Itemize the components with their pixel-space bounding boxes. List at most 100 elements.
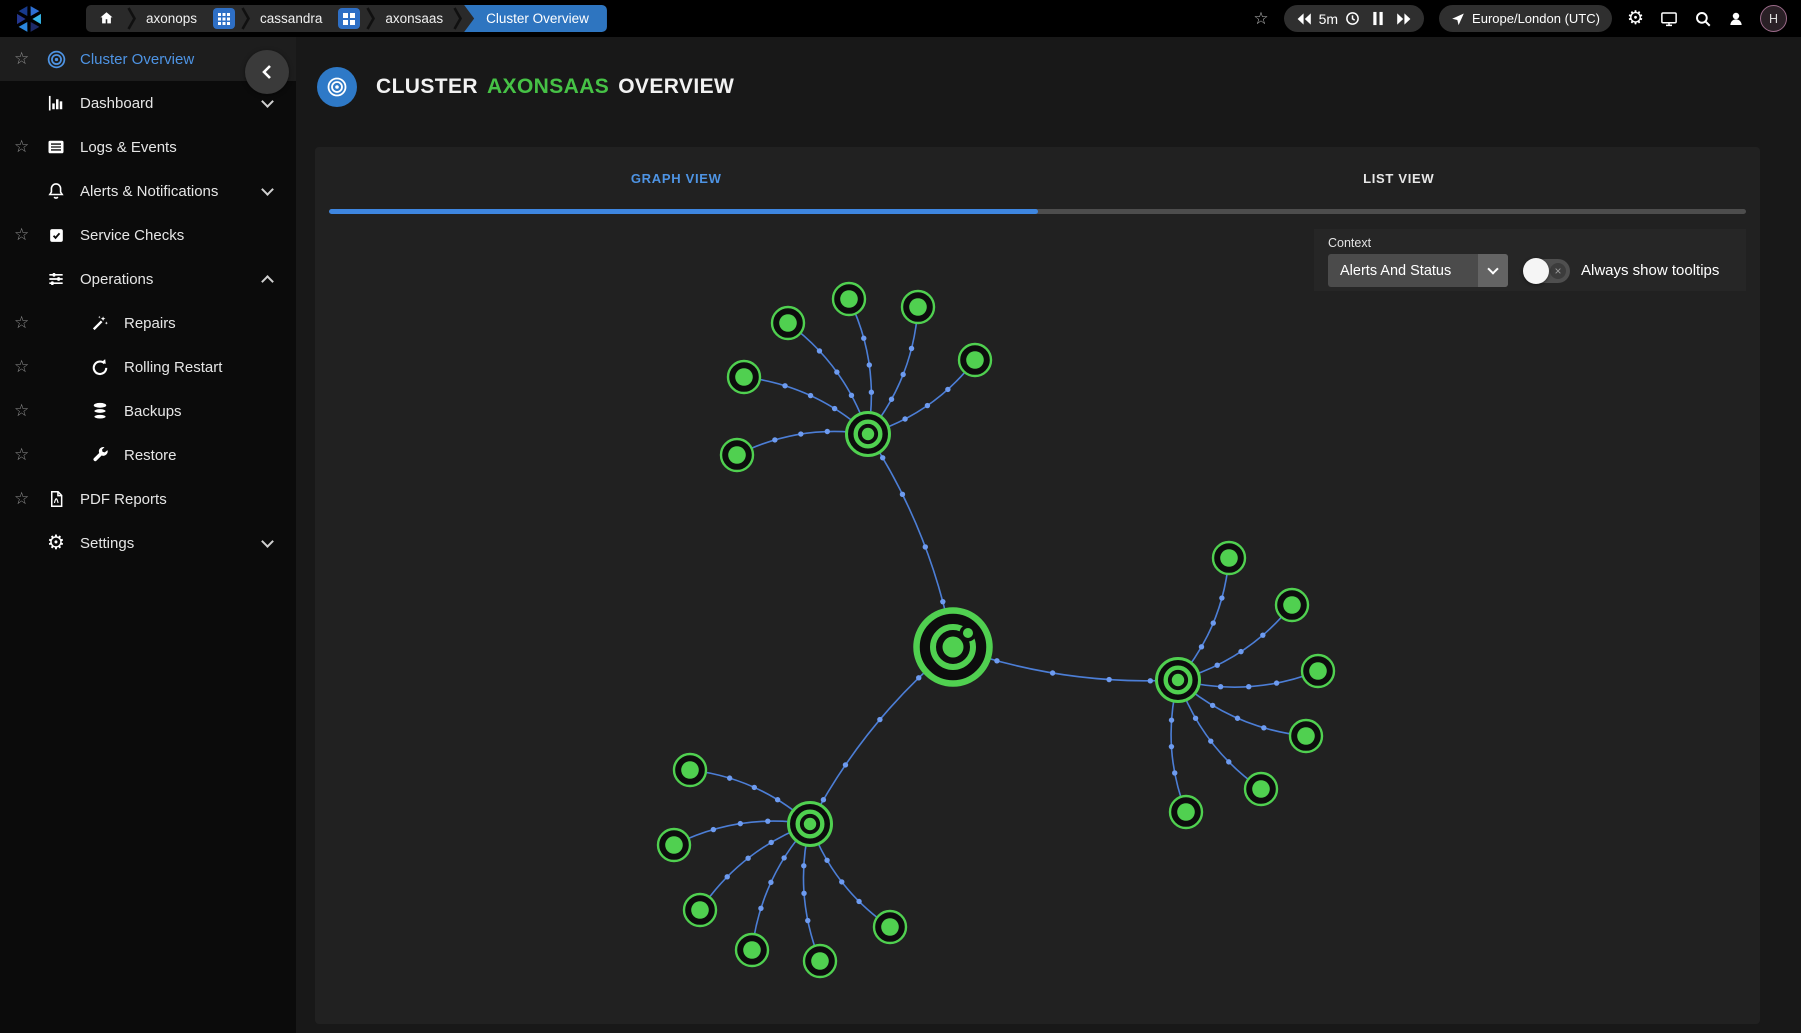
- pdf-file-icon: [44, 489, 68, 509]
- gear-icon[interactable]: ⚙: [1627, 9, 1644, 28]
- top-bar: axonops cassandra axonsaas Cluster Overv…: [0, 0, 1801, 37]
- magic-wand-icon: [88, 313, 112, 333]
- star-icon[interactable]: ☆: [14, 357, 44, 377]
- edge-particle-dot: [880, 455, 885, 460]
- graph-node-satellite[interactable]: [736, 934, 768, 966]
- edge-particle-dot: [821, 797, 826, 802]
- star-icon[interactable]: ☆: [14, 401, 44, 421]
- sidebar-item-alerts-notifications[interactable]: Alerts & Notifications: [0, 169, 296, 213]
- edge-particle-dot: [801, 891, 806, 896]
- graph-node-hub[interactable]: [847, 413, 890, 456]
- sidebar-item-settings[interactable]: ⚙ Settings: [0, 521, 296, 565]
- edge-particle-dot: [900, 372, 905, 377]
- edge-particle-dot: [889, 397, 894, 402]
- favorite-star-icon[interactable]: ☆: [1253, 10, 1268, 27]
- edge-particle-dot: [877, 717, 882, 722]
- org-switcher-grid-icon[interactable]: [213, 8, 235, 29]
- sidebar-item-service-checks[interactable]: ☆ Service Checks: [0, 213, 296, 257]
- graph-node-satellite[interactable]: [658, 829, 690, 861]
- star-icon[interactable]: ☆: [14, 49, 44, 69]
- breadcrumb-item-cluster[interactable]: axonsaas: [375, 11, 453, 26]
- graph-node-satellite[interactable]: [1213, 542, 1245, 574]
- edge-particle-dot: [900, 492, 905, 497]
- edge-particle-dot: [781, 855, 786, 860]
- tooltips-toggle[interactable]: ×: [1524, 259, 1570, 283]
- sidebar-item-logs-events[interactable]: ☆ Logs & Events: [0, 125, 296, 169]
- sidebar-item-restore[interactable]: ☆ Restore: [0, 433, 296, 477]
- edge-particle-dot: [1169, 744, 1174, 749]
- edge-particle-dot: [856, 899, 861, 904]
- edge-particle-dot: [1050, 670, 1055, 675]
- graph-node-satellite[interactable]: [1170, 796, 1202, 828]
- graph-node-satellite[interactable]: [874, 911, 906, 943]
- edge-particle-dot: [1106, 677, 1111, 682]
- wrench-icon: [88, 445, 112, 465]
- search-icon[interactable]: [1694, 10, 1712, 28]
- graph-node-satellite[interactable]: [1245, 773, 1277, 805]
- chevron-down-icon: [261, 535, 274, 548]
- star-icon[interactable]: ☆: [14, 313, 44, 333]
- sidebar-collapse-button[interactable]: [245, 50, 289, 94]
- sidebar-item-rolling-restart[interactable]: ☆ Rolling Restart: [0, 345, 296, 389]
- graph-node-hub[interactable]: [1157, 659, 1200, 702]
- star-icon[interactable]: ☆: [14, 225, 44, 245]
- graph-node-hub[interactable]: [789, 803, 832, 846]
- user-avatar[interactable]: H: [1760, 5, 1787, 32]
- graph-node-satellite[interactable]: [1276, 589, 1308, 621]
- edge-particle-dot: [1215, 662, 1220, 667]
- cluster-name: AXONSAAS: [487, 75, 609, 99]
- edge-particle-dot: [772, 437, 777, 442]
- edge-particle-dot: [1210, 703, 1215, 708]
- graph-node-satellite[interactable]: [959, 344, 991, 376]
- edge-particle-dot: [769, 840, 774, 845]
- edge-particle-dot: [869, 390, 874, 395]
- graph-node-satellite[interactable]: [902, 291, 934, 323]
- pause-icon[interactable]: [1372, 11, 1384, 26]
- edge-particle-dot: [902, 416, 907, 421]
- edge-particle-dot: [711, 827, 716, 832]
- graph-node-satellite[interactable]: [804, 945, 836, 977]
- edge-particle-dot: [1235, 716, 1240, 721]
- graph-node-satellite[interactable]: [684, 894, 716, 926]
- display-icon[interactable]: [1659, 10, 1679, 28]
- main-content: CLUSTERAXONSAASOVERVIEW GRAPH VIEW LIST …: [296, 37, 1801, 1024]
- edge-particle-dot: [805, 918, 810, 923]
- sidebar-item-repairs[interactable]: ☆ Repairs: [0, 301, 296, 345]
- graph-node-satellite[interactable]: [1302, 655, 1334, 687]
- graph-node-satellite[interactable]: [721, 439, 753, 471]
- graph-node-satellite[interactable]: [674, 754, 706, 786]
- checkbox-icon: [44, 226, 68, 245]
- rotate-ccw-icon: [88, 357, 112, 377]
- breadcrumb-item-current-page[interactable]: Cluster Overview: [464, 5, 607, 32]
- star-icon[interactable]: ☆: [14, 445, 44, 465]
- edge-particle-dot: [945, 387, 950, 392]
- context-select[interactable]: Alerts And Status: [1328, 254, 1508, 287]
- star-icon[interactable]: ☆: [14, 137, 44, 157]
- breadcrumb-item-type[interactable]: cassandra: [250, 11, 332, 26]
- time-range-label[interactable]: 5m: [1319, 11, 1338, 27]
- timezone-selector[interactable]: Europe/London (UTC): [1439, 5, 1612, 32]
- chevron-down-icon[interactable]: [1478, 254, 1508, 287]
- bell-icon: [44, 181, 68, 201]
- sliders-icon: [44, 269, 68, 289]
- user-icon[interactable]: [1727, 10, 1745, 28]
- graph-node-satellite[interactable]: [772, 307, 804, 339]
- edge-particle-dot: [768, 880, 773, 885]
- star-icon[interactable]: ☆: [14, 489, 44, 509]
- home-icon[interactable]: [86, 10, 127, 27]
- graph-node-satellite[interactable]: [833, 283, 865, 315]
- sidebar-item-backups[interactable]: ☆ Backups: [0, 389, 296, 433]
- breadcrumb-item-org[interactable]: axonops: [136, 11, 207, 26]
- sidebar-item-operations[interactable]: Operations: [0, 257, 296, 301]
- graph-node-satellite[interactable]: [1290, 720, 1322, 752]
- fast-forward-icon[interactable]: [1396, 12, 1412, 26]
- cluster-switcher-grid-icon[interactable]: [338, 8, 360, 29]
- sidebar-item-pdf-reports[interactable]: ☆ PDF Reports: [0, 477, 296, 521]
- clock-icon[interactable]: [1345, 11, 1360, 26]
- rewind-icon[interactable]: [1296, 12, 1312, 26]
- edge-particle-dot: [824, 858, 829, 863]
- edge-particle-dot: [1172, 770, 1177, 775]
- graph-node-satellite[interactable]: [728, 361, 760, 393]
- graph-node-central[interactable]: [917, 611, 990, 684]
- toggle-knob[interactable]: [1523, 258, 1549, 284]
